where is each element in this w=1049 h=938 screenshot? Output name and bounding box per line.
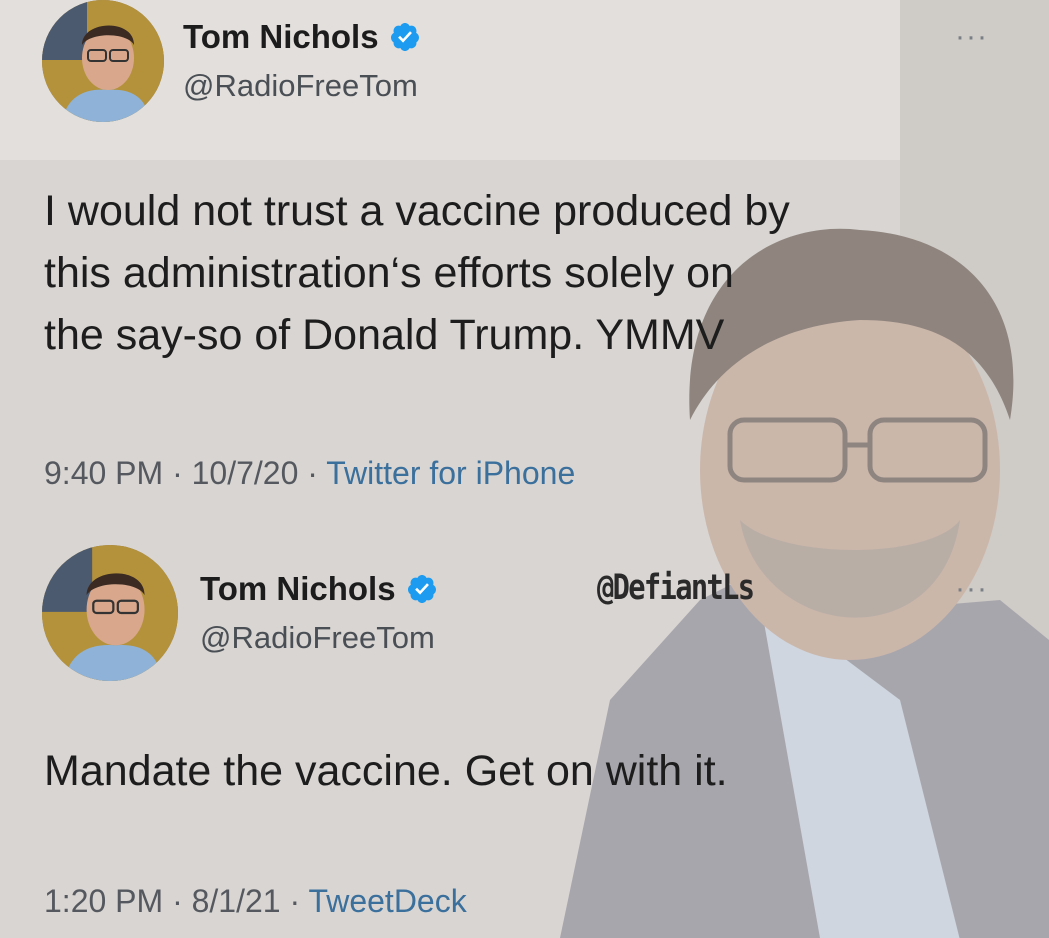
tweet-date[interactable]: 8/1/21 (192, 883, 281, 919)
avatar[interactable] (42, 545, 178, 681)
watermark-text: @DefiantLs (597, 568, 755, 608)
tweet-text: I would not trust a vaccine produced by … (44, 187, 790, 359)
separator: · (298, 455, 327, 491)
author-handle[interactable]: @RadioFreeTom (183, 68, 418, 104)
avatar[interactable] (42, 0, 164, 122)
separator: · (163, 883, 192, 919)
tweet-meta: 1:20 PM · 8/1/21 · TweetDeck (44, 883, 467, 920)
author-name[interactable]: Tom Nichols (200, 570, 396, 608)
more-options-icon[interactable]: ··· (955, 22, 988, 52)
verified-badge-icon (390, 23, 419, 51)
author-name[interactable]: Tom Nichols (183, 18, 379, 56)
tweet-source[interactable]: TweetDeck (308, 883, 466, 919)
tweet-meta: 9:40 PM · 10/7/20 · Twitter for iPhone (44, 455, 575, 492)
tweet-text: Mandate the vaccine. Get on with it. (44, 747, 728, 795)
separator: · (280, 883, 309, 919)
author-handle[interactable]: @RadioFreeTom (200, 620, 435, 656)
tweet-time[interactable]: 9:40 PM (44, 455, 163, 491)
tweet-date[interactable]: 10/7/20 (192, 455, 299, 491)
tweet-time[interactable]: 1:20 PM (44, 883, 163, 919)
verified-badge-icon (407, 575, 436, 603)
tweet-source[interactable]: Twitter for iPhone (326, 455, 575, 491)
more-options-icon[interactable]: ··· (955, 574, 988, 604)
separator: · (163, 455, 192, 491)
